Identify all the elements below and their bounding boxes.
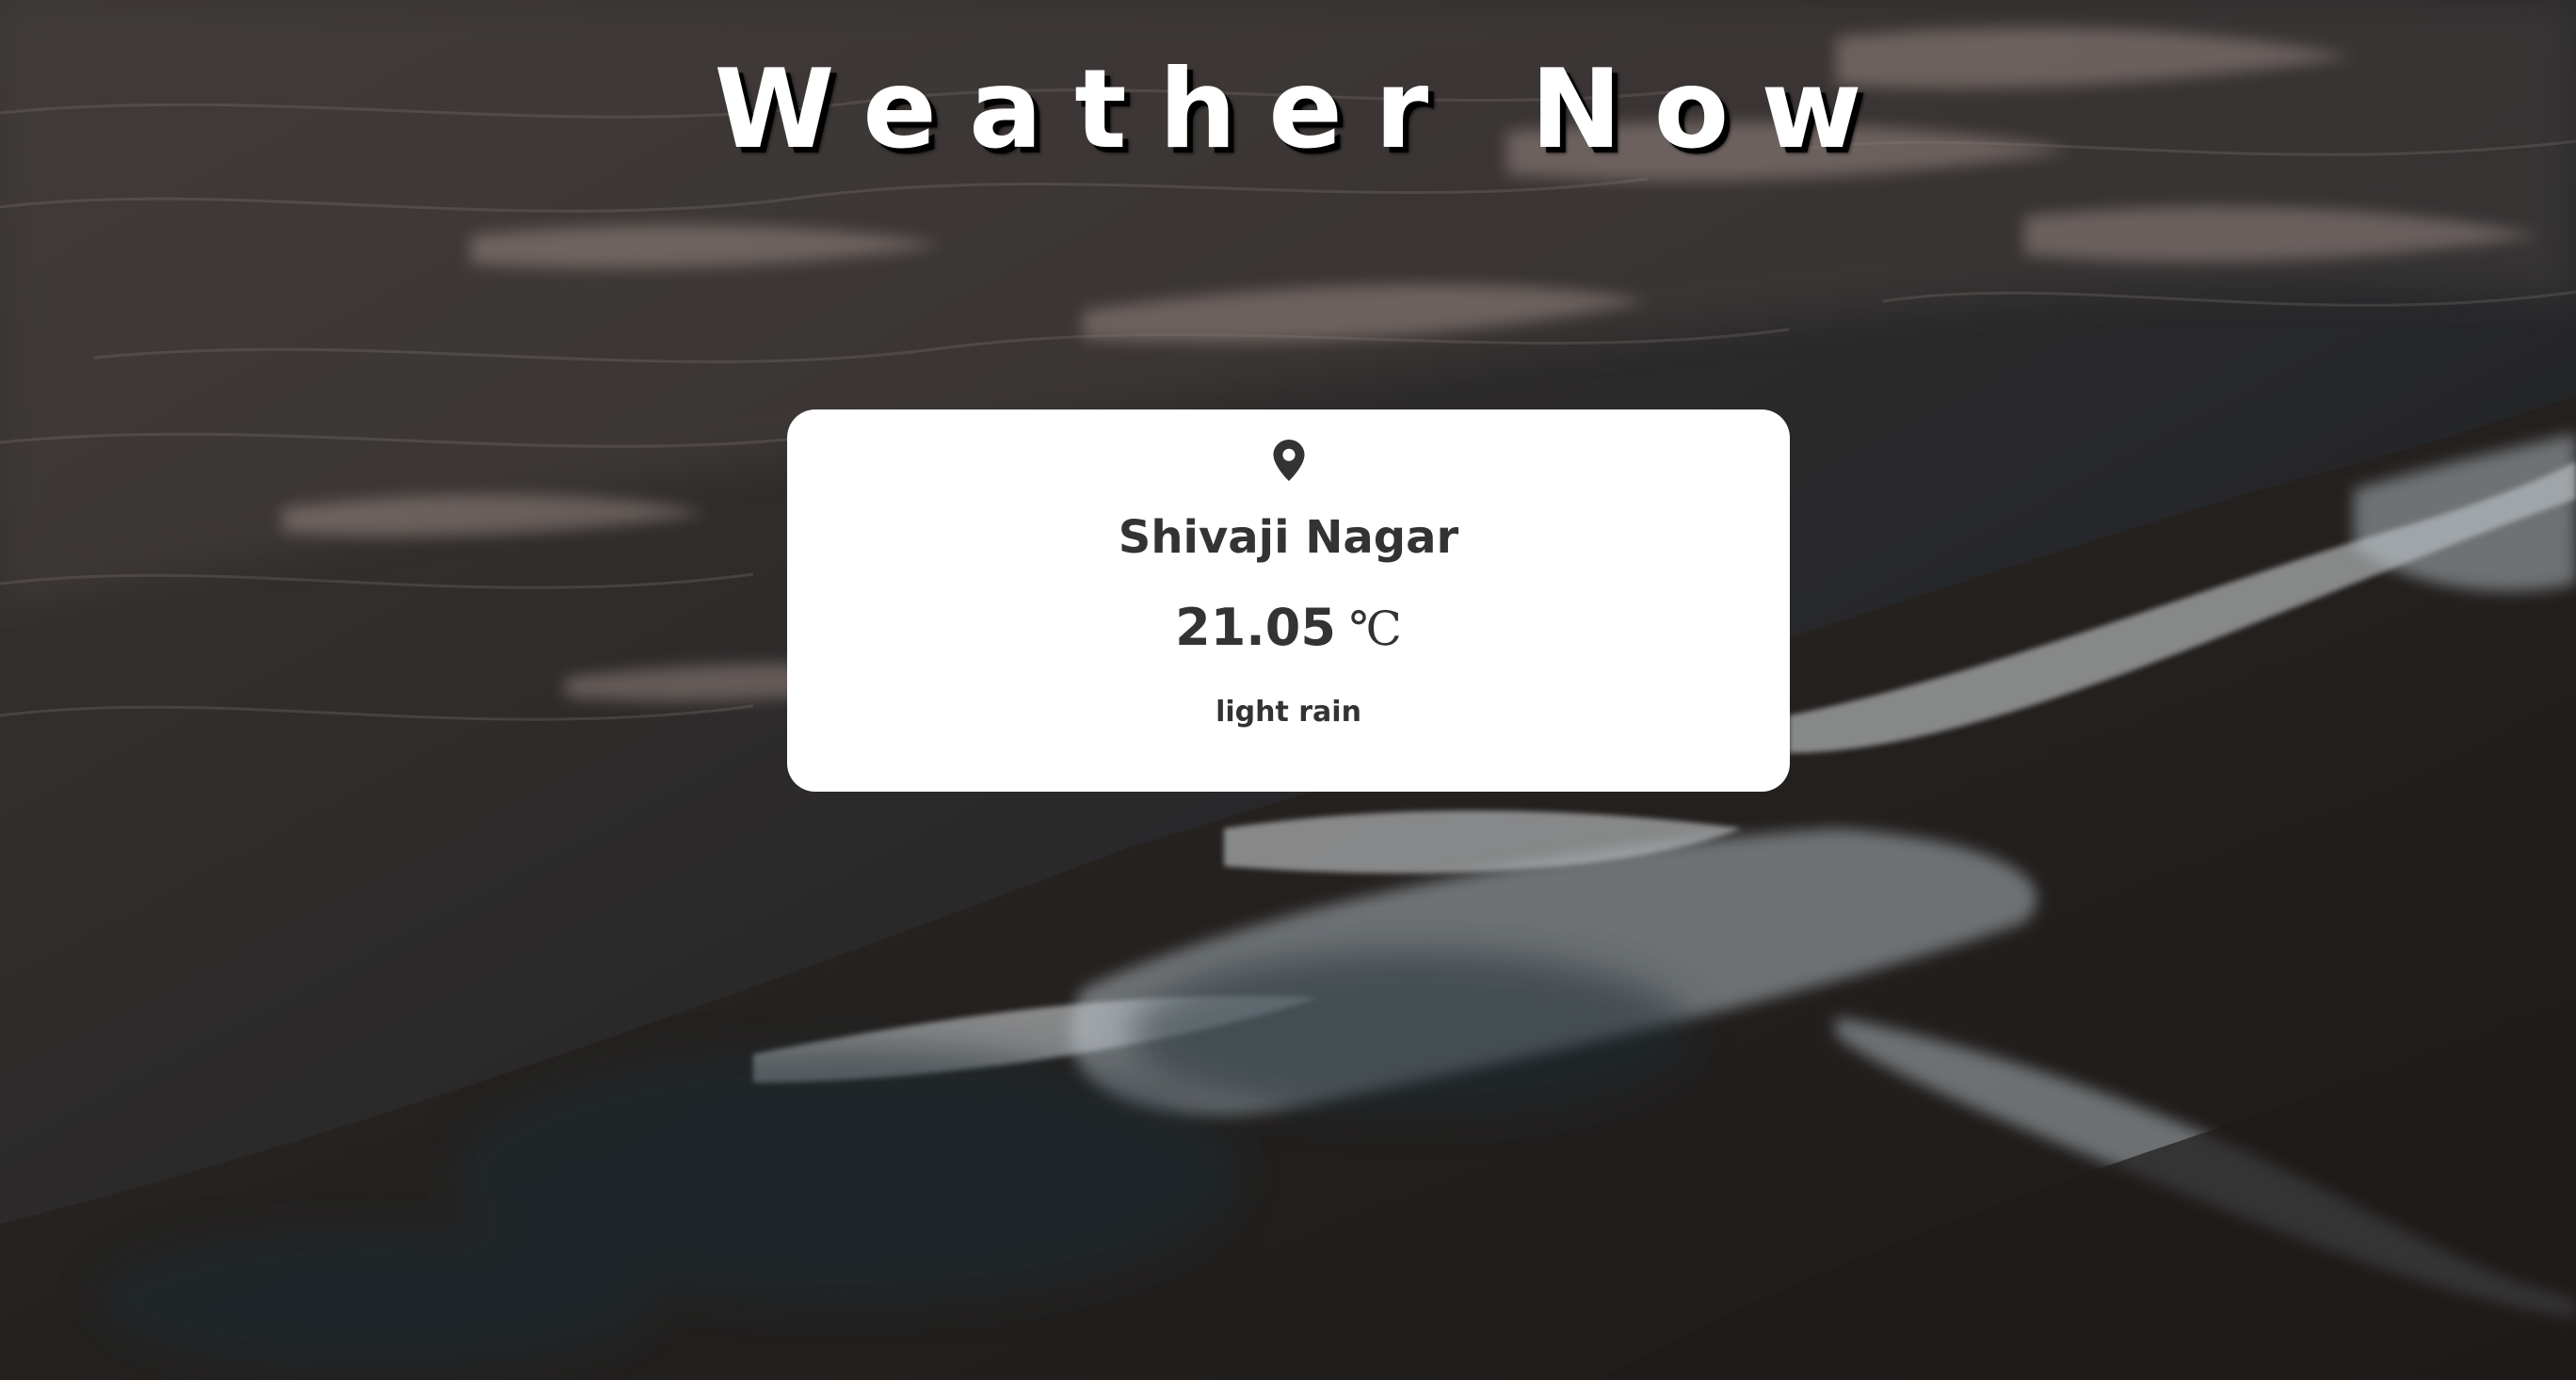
temperature-unit: ℃ bbox=[1348, 602, 1402, 656]
weather-description: light rain bbox=[1216, 696, 1361, 729]
temperature-readout: 21.05 ℃ bbox=[787, 598, 1790, 670]
page-title: Weather Now bbox=[714, 46, 1894, 173]
temperature-value: 21.05 bbox=[1175, 598, 1336, 657]
location-pin-icon bbox=[1273, 440, 1304, 481]
weather-card: Shivaji Nagar 21.05 ℃ light rain bbox=[787, 409, 1790, 792]
location-name: Shivaji Nagar bbox=[1118, 511, 1459, 564]
